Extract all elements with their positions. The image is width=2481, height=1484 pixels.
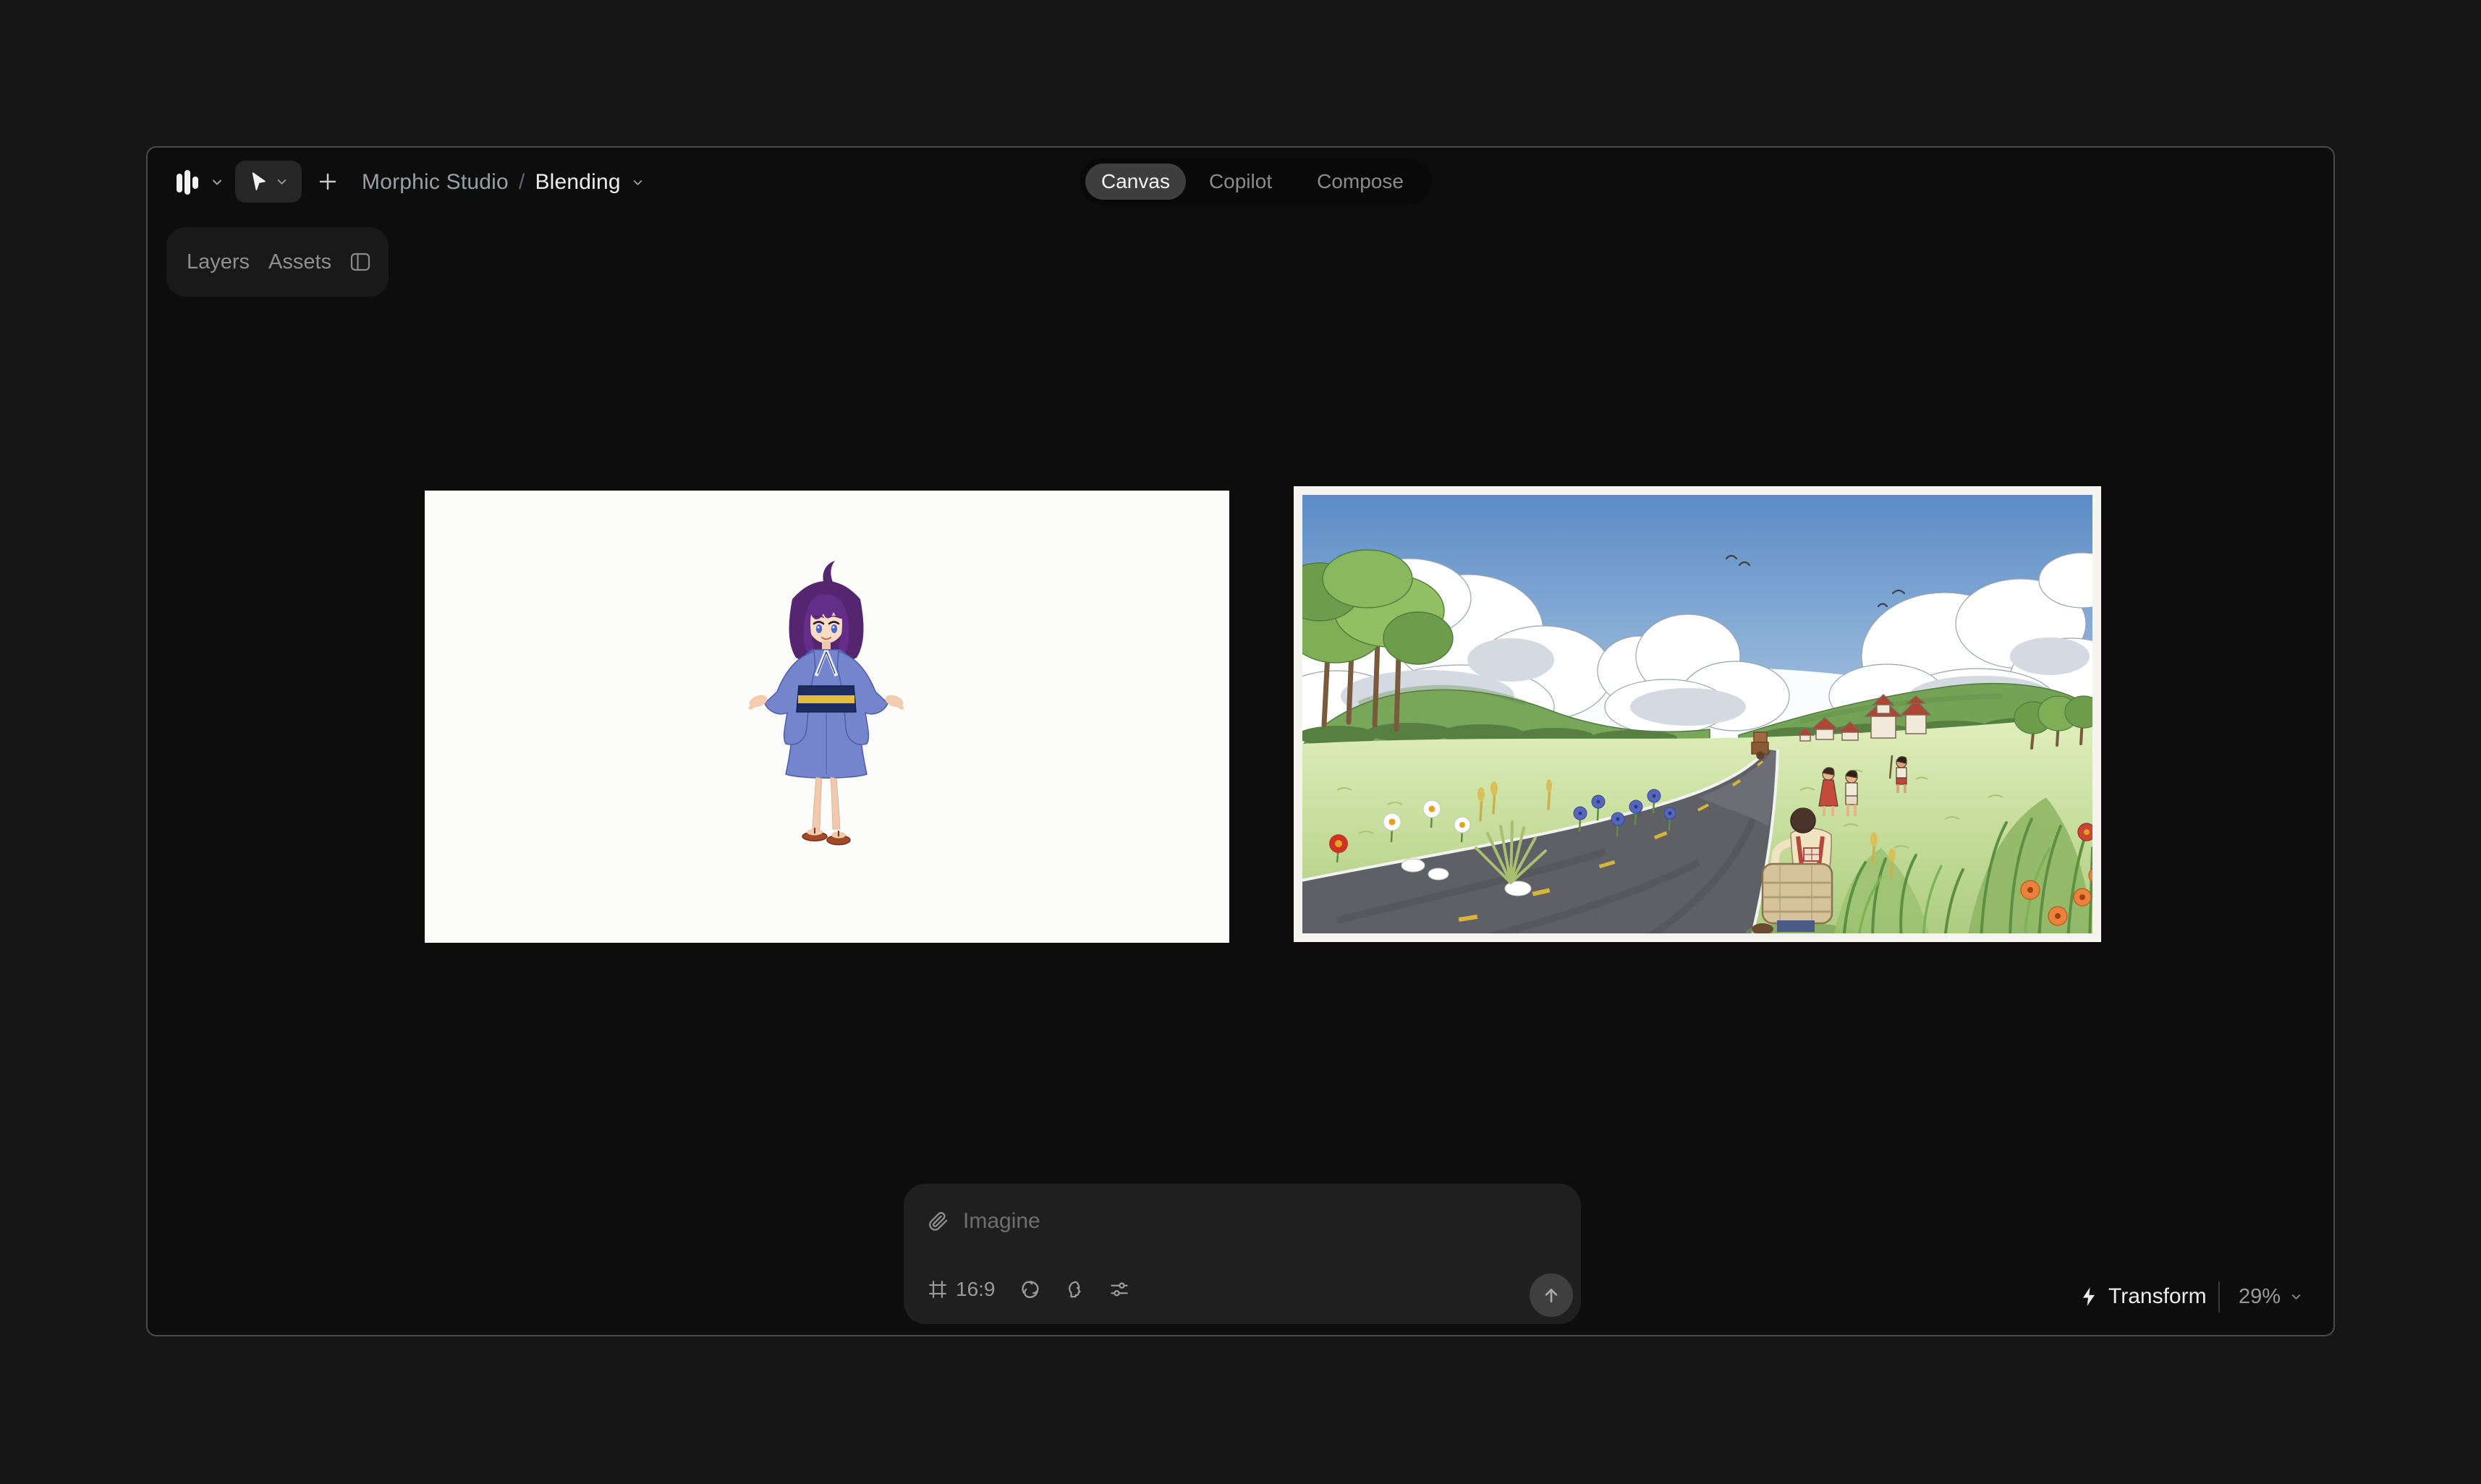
head-profile-icon [1065, 1279, 1085, 1299]
transform-button[interactable]: Transform [2079, 1281, 2207, 1313]
frame-icon [928, 1280, 947, 1299]
panel-left-icon [350, 253, 370, 271]
footer-divider [2218, 1281, 2220, 1313]
breadcrumb-separator: / [519, 170, 525, 195]
character-artwork [425, 491, 1229, 943]
zoom-level-value: 29% [2239, 1285, 2281, 1309]
tab-assets[interactable]: Assets [268, 250, 331, 274]
mode-tabs: Canvas Copilot Compose [1080, 158, 1431, 205]
left-panel-header: Layers Assets [166, 227, 389, 297]
sliders-icon [1109, 1279, 1129, 1299]
tab-copilot[interactable]: Copilot [1187, 164, 1294, 200]
canvas-viewport[interactable]: Morphic Studio / Blending Canvas Copilot… [146, 146, 2335, 1336]
canvas-image-character[interactable] [425, 491, 1229, 943]
tab-compose[interactable]: Compose [1295, 164, 1425, 200]
tab-layers[interactable]: Layers [187, 250, 250, 274]
panel-toggle-button[interactable] [350, 253, 370, 271]
app-logo-menu[interactable] [175, 162, 224, 203]
breadcrumb: Morphic Studio / Blending [362, 162, 645, 203]
tab-canvas[interactable]: Canvas [1085, 164, 1186, 200]
aspect-ratio-value: 16:9 [956, 1278, 996, 1301]
plus-icon [317, 171, 339, 192]
arrow-up-icon [1540, 1284, 1562, 1306]
model-swirl-button[interactable] [1020, 1279, 1040, 1299]
breadcrumb-app-name[interactable]: Morphic Studio [362, 170, 509, 195]
zoom-level-selector[interactable]: 29% [2239, 1281, 2303, 1313]
transform-label: Transform [2108, 1284, 2207, 1309]
persona-button[interactable] [1065, 1279, 1085, 1299]
chevron-down-icon [210, 175, 224, 190]
submit-prompt-button[interactable] [1530, 1273, 1573, 1317]
prompt-bar: 16:9 [904, 1184, 1581, 1324]
select-tool-button[interactable] [235, 161, 302, 203]
morphic-logo-icon [175, 168, 200, 197]
lightning-bolt-icon [2079, 1286, 2098, 1307]
chevron-down-icon[interactable] [631, 176, 645, 190]
attach-file-icon[interactable] [928, 1210, 949, 1232]
breadcrumb-project-name[interactable]: Blending [535, 170, 620, 195]
chevron-down-icon [275, 175, 289, 189]
settings-sliders-button[interactable] [1109, 1279, 1129, 1299]
swirl-icon [1020, 1279, 1040, 1299]
landscape-artwork [1294, 486, 2101, 942]
cursor-arrow-icon [249, 171, 268, 192]
canvas-image-landscape[interactable] [1294, 486, 2101, 942]
chevron-down-icon [2289, 1290, 2303, 1304]
add-node-button[interactable] [311, 165, 344, 198]
aspect-ratio-button[interactable]: 16:9 [928, 1278, 996, 1301]
prompt-input[interactable] [963, 1209, 1556, 1234]
